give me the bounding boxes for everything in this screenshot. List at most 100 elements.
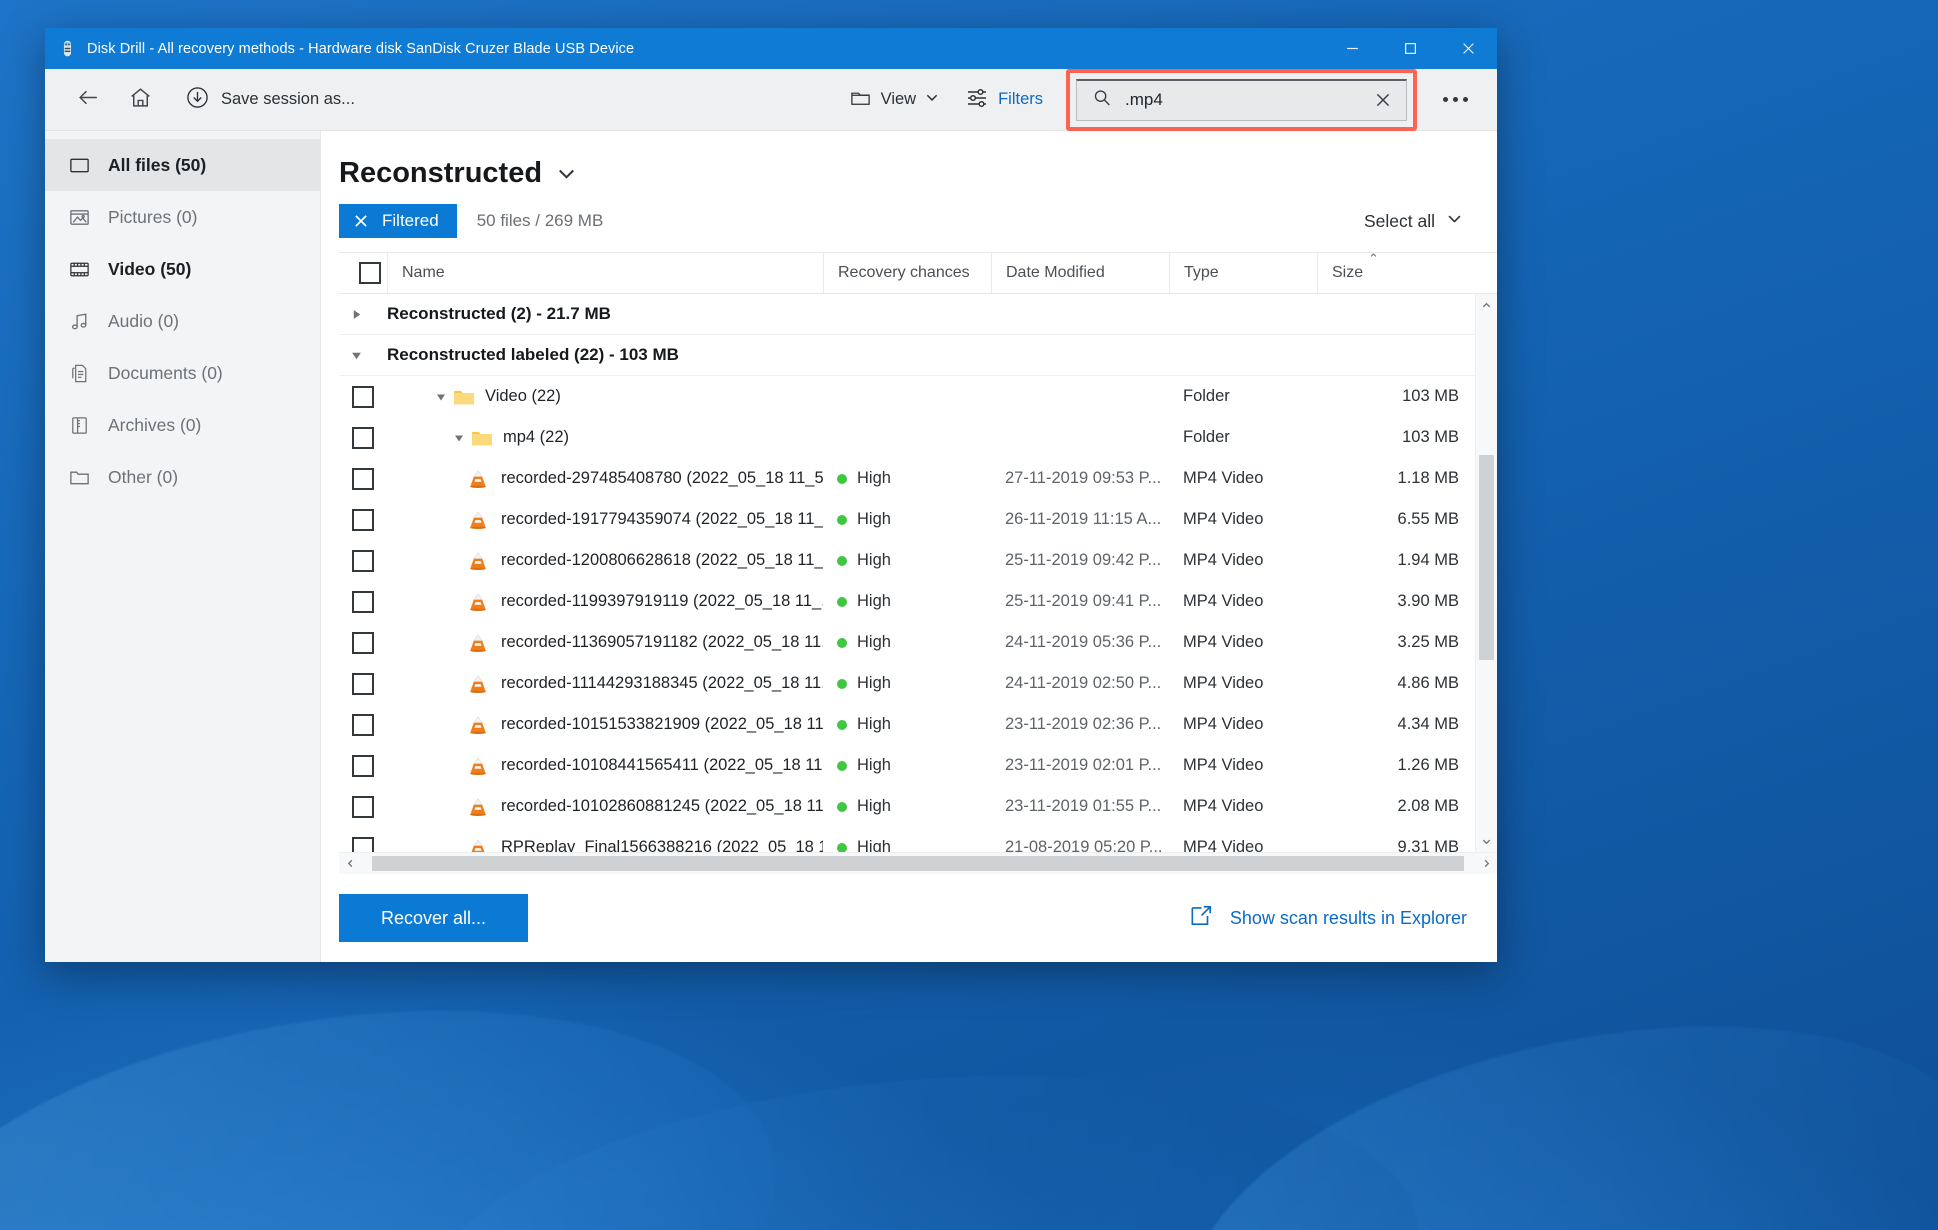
table-group-row[interactable]: Reconstructed labeled (22) - 103 MB xyxy=(339,335,1475,376)
scroll-down-arrow-icon[interactable] xyxy=(1481,830,1492,852)
row-checkbox[interactable] xyxy=(339,499,387,540)
status-indicator-icon xyxy=(837,637,847,648)
table-row[interactable]: recorded-11144293188345 (2022_05_18 11..… xyxy=(339,663,1475,704)
table-body: Reconstructed (2) - 21.7 MB Reconstructe… xyxy=(339,294,1497,852)
table-row[interactable]: recorded-11369057191182 (2022_05_18 11..… xyxy=(339,622,1475,663)
home-button[interactable] xyxy=(117,78,163,122)
sidebar-item-label: Video (50) xyxy=(108,258,192,279)
view-label: View xyxy=(880,90,917,108)
column-header-size-label: Size xyxy=(1332,264,1364,281)
minimize-button[interactable] xyxy=(1323,28,1381,69)
row-checkbox[interactable] xyxy=(339,827,387,852)
search-value[interactable]: .mp4 xyxy=(1125,90,1358,110)
vertical-scroll-thumb[interactable] xyxy=(1479,454,1494,661)
column-header-recovery[interactable]: Recovery chances xyxy=(823,253,991,293)
sidebar-item-video[interactable]: Video (50) xyxy=(45,243,320,295)
select-all-checkbox[interactable] xyxy=(339,253,387,293)
horizontal-scroll-track[interactable] xyxy=(361,853,1475,874)
row-checkbox[interactable] xyxy=(339,376,387,417)
vertical-scroll-track[interactable] xyxy=(1476,316,1497,830)
column-header-name[interactable]: Name xyxy=(387,253,823,293)
maximize-button[interactable] xyxy=(1381,28,1439,69)
row-name-cell: recorded-1200806628618 (2022_05_18 11_..… xyxy=(387,540,823,581)
row-checkbox[interactable] xyxy=(339,458,387,499)
overflow-menu-button[interactable] xyxy=(1431,78,1479,122)
sidebar-item-other[interactable]: Other (0) xyxy=(45,451,320,503)
sidebar-item-all-files[interactable]: All files (50) xyxy=(45,139,320,191)
horizontal-scrollbar[interactable] xyxy=(339,852,1497,874)
table-row[interactable]: recorded-10151533821909 (2022_05_18 11..… xyxy=(339,704,1475,745)
checkbox[interactable] xyxy=(352,590,374,613)
checkbox[interactable] xyxy=(352,508,374,531)
filtered-chip[interactable]: Filtered xyxy=(339,204,457,238)
sidebar-item-label: Pictures (0) xyxy=(108,206,198,227)
folder-icon xyxy=(471,429,493,447)
table-row[interactable]: recorded-1917794359074 (2022_05_18 11_..… xyxy=(339,499,1475,540)
close-icon[interactable] xyxy=(353,213,369,229)
checkbox[interactable] xyxy=(352,549,374,572)
row-type-cell: Folder xyxy=(1183,428,1230,446)
window-title: Disk Drill - All recovery methods - Hard… xyxy=(87,40,635,57)
sidebar-item-pictures[interactable]: Pictures (0) xyxy=(45,191,320,243)
vertical-scrollbar[interactable] xyxy=(1475,294,1497,852)
checkbox[interactable] xyxy=(352,426,374,449)
row-checkbox[interactable] xyxy=(339,622,387,663)
table-row[interactable]: recorded-1199397919119 (2022_05_18 11_..… xyxy=(339,581,1475,622)
table-row[interactable]: recorded-10102860881245 (2022_05_18 11..… xyxy=(339,786,1475,827)
horizontal-scroll-thumb[interactable] xyxy=(372,856,1464,871)
title-dropdown-button[interactable] xyxy=(556,163,577,184)
save-session-button[interactable]: Save session as... xyxy=(175,78,365,122)
table-row[interactable]: recorded-10108441565411 (2022_05_18 11..… xyxy=(339,745,1475,786)
checkbox[interactable] xyxy=(352,754,374,777)
back-button[interactable] xyxy=(65,78,111,122)
expand-collapse-icon[interactable] xyxy=(339,308,373,321)
row-checkbox[interactable] xyxy=(339,417,387,458)
sidebar-item-audio[interactable]: Audio (0) xyxy=(45,295,320,347)
table-row[interactable]: recorded-297485408780 (2022_05_18 11_5..… xyxy=(339,458,1475,499)
row-checkbox[interactable] xyxy=(339,786,387,827)
filters-button[interactable]: Filters xyxy=(954,77,1054,122)
checkbox[interactable] xyxy=(352,672,374,695)
column-header-date[interactable]: Date Modified xyxy=(991,253,1169,293)
row-type-cell: MP4 Video xyxy=(1183,797,1264,815)
archive-icon xyxy=(67,413,91,437)
close-button[interactable] xyxy=(1439,28,1497,69)
show-in-explorer-link[interactable]: Show scan results in Explorer xyxy=(1188,903,1467,934)
wallpaper-wave xyxy=(1147,959,1938,1230)
table-row[interactable]: recorded-1200806628618 (2022_05_18 11_..… xyxy=(339,540,1475,581)
expand-collapse-icon[interactable] xyxy=(429,391,453,403)
row-checkbox[interactable] xyxy=(339,581,387,622)
select-all-button[interactable]: Select all xyxy=(1354,204,1467,238)
search-clear-button[interactable] xyxy=(1370,87,1396,113)
sidebar-item-documents[interactable]: Documents (0) xyxy=(45,347,320,399)
picture-icon xyxy=(67,205,91,229)
table-row[interactable]: RPReplay_Final1566388216 (2022_05_18 11.… xyxy=(339,827,1475,852)
scroll-up-arrow-icon[interactable] xyxy=(1481,294,1492,316)
recover-all-button[interactable]: Recover all... xyxy=(339,894,529,942)
column-header-type[interactable]: Type xyxy=(1169,253,1317,293)
column-header-size[interactable]: Size ⌃ xyxy=(1317,251,1475,293)
row-checkbox[interactable] xyxy=(339,745,387,786)
checkbox[interactable] xyxy=(359,262,381,284)
table-row-folder[interactable]: Video (22) Folder 103 MB xyxy=(339,376,1475,417)
checkbox[interactable] xyxy=(352,631,374,654)
scroll-right-arrow-icon[interactable] xyxy=(1475,858,1497,869)
view-button[interactable]: View xyxy=(838,78,950,122)
search-input[interactable]: .mp4 xyxy=(1076,78,1407,121)
checkbox[interactable] xyxy=(352,385,374,408)
checkbox[interactable] xyxy=(352,467,374,490)
expand-collapse-icon[interactable] xyxy=(339,349,373,362)
row-checkbox[interactable] xyxy=(339,540,387,581)
row-checkbox[interactable] xyxy=(339,704,387,745)
file-name: RPReplay_Final1566388216 (2022_05_18 11.… xyxy=(501,838,823,852)
recovery-chance-label: High xyxy=(857,838,891,852)
table-group-row[interactable]: Reconstructed (2) - 21.7 MB xyxy=(339,294,1475,335)
sidebar-item-archives[interactable]: Archives (0) xyxy=(45,399,320,451)
row-checkbox[interactable] xyxy=(339,663,387,704)
expand-collapse-icon[interactable] xyxy=(447,432,471,444)
table-row-folder[interactable]: mp4 (22) Folder 103 MB xyxy=(339,417,1475,458)
checkbox[interactable] xyxy=(352,836,374,852)
checkbox[interactable] xyxy=(352,795,374,818)
checkbox[interactable] xyxy=(352,713,374,736)
scroll-left-arrow-icon[interactable] xyxy=(339,858,361,869)
